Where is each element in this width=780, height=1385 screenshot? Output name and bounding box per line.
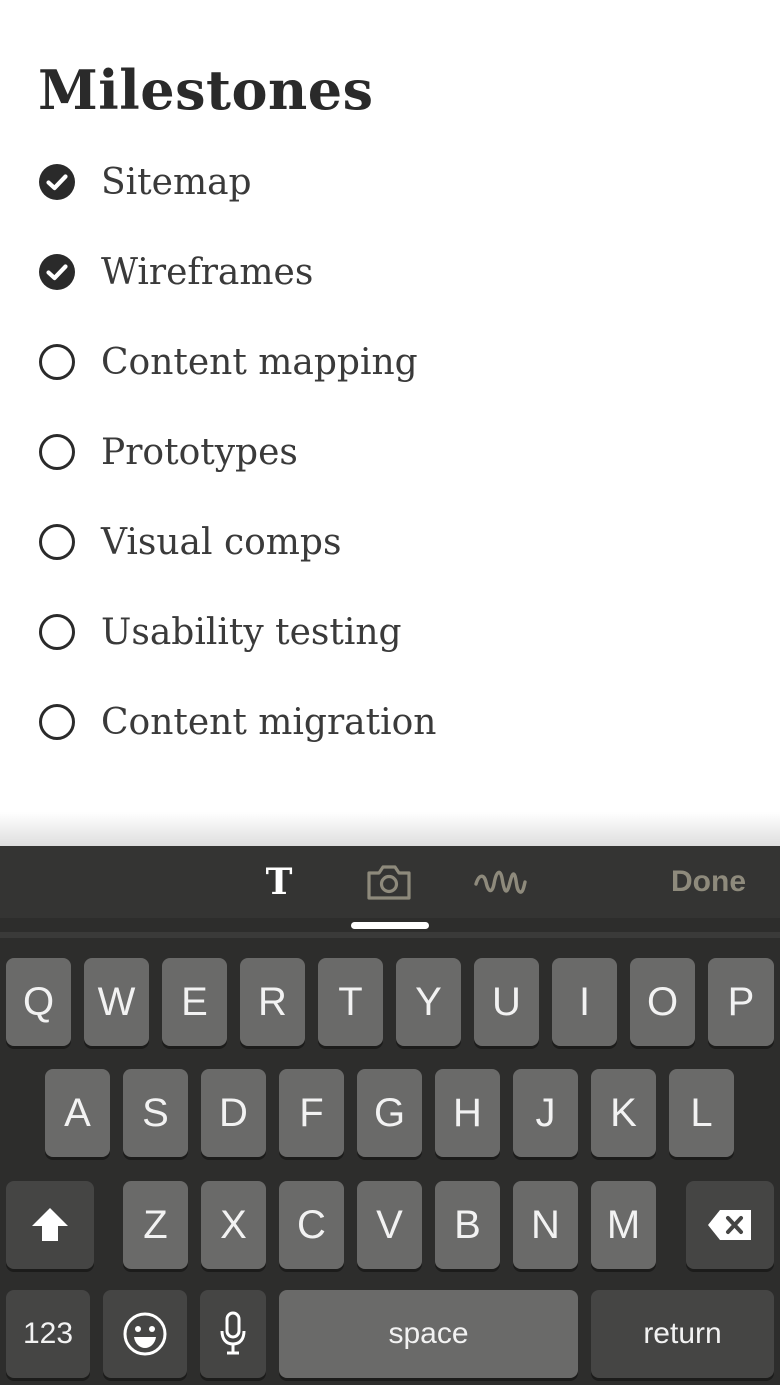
key-k[interactable]: K bbox=[591, 1069, 656, 1157]
unchecked-circle-icon[interactable] bbox=[38, 433, 76, 471]
unchecked-circle-icon[interactable] bbox=[38, 343, 76, 381]
key-e[interactable]: E bbox=[162, 958, 227, 1046]
key-x[interactable]: X bbox=[201, 1181, 266, 1269]
shift-arrow-icon bbox=[32, 1208, 68, 1241]
key-u[interactable]: U bbox=[474, 958, 539, 1046]
checklist-item-label: Content mapping bbox=[101, 341, 418, 383]
microphone-icon bbox=[220, 1311, 246, 1355]
keyboard: T Done Q W E R T Y U I O P A S D F G H J… bbox=[0, 846, 780, 1385]
key-n[interactable]: N bbox=[513, 1181, 578, 1269]
checklist-item[interactable]: Visual comps bbox=[38, 497, 436, 587]
camera-button[interactable] bbox=[359, 856, 419, 908]
key-y[interactable]: Y bbox=[396, 958, 461, 1046]
emoji-icon bbox=[123, 1312, 167, 1356]
text-format-button[interactable]: T bbox=[249, 856, 309, 908]
key-t[interactable]: T bbox=[318, 958, 383, 1046]
key-f[interactable]: F bbox=[279, 1069, 344, 1157]
keyboard-toolbar: T Done bbox=[0, 846, 780, 918]
backspace-icon bbox=[708, 1210, 751, 1240]
checked-circle-icon[interactable] bbox=[38, 163, 76, 201]
key-s[interactable]: S bbox=[123, 1069, 188, 1157]
key-z[interactable]: Z bbox=[123, 1181, 188, 1269]
unchecked-circle-icon[interactable] bbox=[38, 613, 76, 651]
key-h[interactable]: H bbox=[435, 1069, 500, 1157]
backspace-key[interactable] bbox=[686, 1181, 774, 1269]
checklist-item-label: Wireframes bbox=[101, 251, 314, 293]
checklist-item-label: Sitemap bbox=[101, 161, 252, 203]
checked-circle-icon[interactable] bbox=[38, 253, 76, 291]
checklist-item-label: Prototypes bbox=[101, 431, 298, 473]
key-b[interactable]: B bbox=[435, 1181, 500, 1269]
draw-button[interactable] bbox=[470, 856, 530, 908]
key-o[interactable]: O bbox=[630, 958, 695, 1046]
key-p[interactable]: P bbox=[708, 958, 774, 1046]
unchecked-circle-icon[interactable] bbox=[38, 703, 76, 741]
key-j[interactable]: J bbox=[513, 1069, 578, 1157]
unchecked-circle-icon[interactable] bbox=[38, 523, 76, 561]
key-l[interactable]: L bbox=[669, 1069, 734, 1157]
return-key[interactable]: return bbox=[591, 1290, 774, 1378]
checklist-item[interactable]: Wireframes bbox=[38, 227, 436, 317]
done-button[interactable]: Done bbox=[671, 862, 746, 902]
note-title[interactable]: Milestones bbox=[38, 50, 374, 130]
key-c[interactable]: C bbox=[279, 1181, 344, 1269]
microphone-key[interactable] bbox=[200, 1290, 266, 1378]
key-a[interactable]: A bbox=[45, 1069, 110, 1157]
checklist-item-label: Content migration bbox=[101, 701, 437, 743]
camera-icon bbox=[367, 865, 411, 900]
checklist-item[interactable]: Content migration bbox=[38, 677, 436, 767]
key-m[interactable]: M bbox=[591, 1181, 656, 1269]
checklist-item[interactable]: Usability testing bbox=[38, 587, 436, 677]
checklist-item[interactable]: Prototypes bbox=[38, 407, 436, 497]
note-content: Milestones Sitemap Wireframes Content ma… bbox=[0, 0, 780, 846]
squiggle-icon bbox=[474, 870, 527, 894]
checklist-item-label: Usability testing bbox=[101, 611, 402, 653]
shift-key[interactable] bbox=[6, 1181, 94, 1269]
space-key[interactable]: space bbox=[279, 1290, 578, 1378]
key-g[interactable]: G bbox=[357, 1069, 422, 1157]
key-w[interactable]: W bbox=[84, 958, 149, 1046]
emoji-key[interactable] bbox=[103, 1290, 187, 1378]
keyboard-divider bbox=[0, 932, 780, 938]
checklist-item[interactable]: Sitemap bbox=[38, 137, 436, 227]
keyboard-shadow bbox=[0, 812, 780, 846]
key-d[interactable]: D bbox=[201, 1069, 266, 1157]
key-r[interactable]: R bbox=[240, 958, 305, 1046]
numbers-key[interactable]: 123 bbox=[6, 1290, 90, 1378]
milestone-checklist: Sitemap Wireframes Content mapping Proto… bbox=[38, 137, 436, 767]
text-format-icon: T bbox=[265, 861, 293, 903]
active-tool-indicator bbox=[351, 922, 429, 929]
key-i[interactable]: I bbox=[552, 958, 617, 1046]
checklist-item-label: Visual comps bbox=[101, 521, 342, 563]
checklist-item[interactable]: Content mapping bbox=[38, 317, 436, 407]
key-q[interactable]: Q bbox=[6, 958, 71, 1046]
key-v[interactable]: V bbox=[357, 1181, 422, 1269]
